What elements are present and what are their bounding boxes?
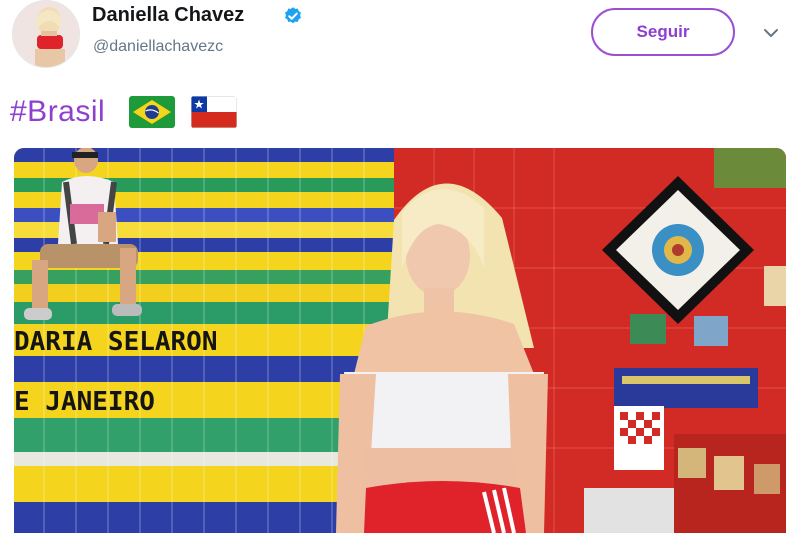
tweet-text: #Brasil <box>10 92 238 132</box>
verified-badge-icon <box>285 7 301 24</box>
hashtag-link[interactable]: #Brasil <box>10 95 105 129</box>
handle[interactable]: @daniellachavezc <box>93 38 223 56</box>
signage-line-1: DARIA SELARON <box>14 327 218 357</box>
signage-line-2: E JANEIRO <box>14 387 155 417</box>
display-name[interactable]: Daniella Chavez <box>92 4 244 27</box>
follow-button[interactable]: Seguir <box>591 8 735 56</box>
chevron-down-icon[interactable] <box>760 22 782 44</box>
brazil-flag-icon <box>129 96 176 128</box>
chile-flag-icon <box>191 96 238 128</box>
tweet-header: Daniella Chavez @daniellachavezc Seguir <box>0 0 800 80</box>
tweet-photo[interactable]: DARIA SELARON E JANEIRO <box>14 148 786 533</box>
avatar[interactable] <box>12 0 80 68</box>
